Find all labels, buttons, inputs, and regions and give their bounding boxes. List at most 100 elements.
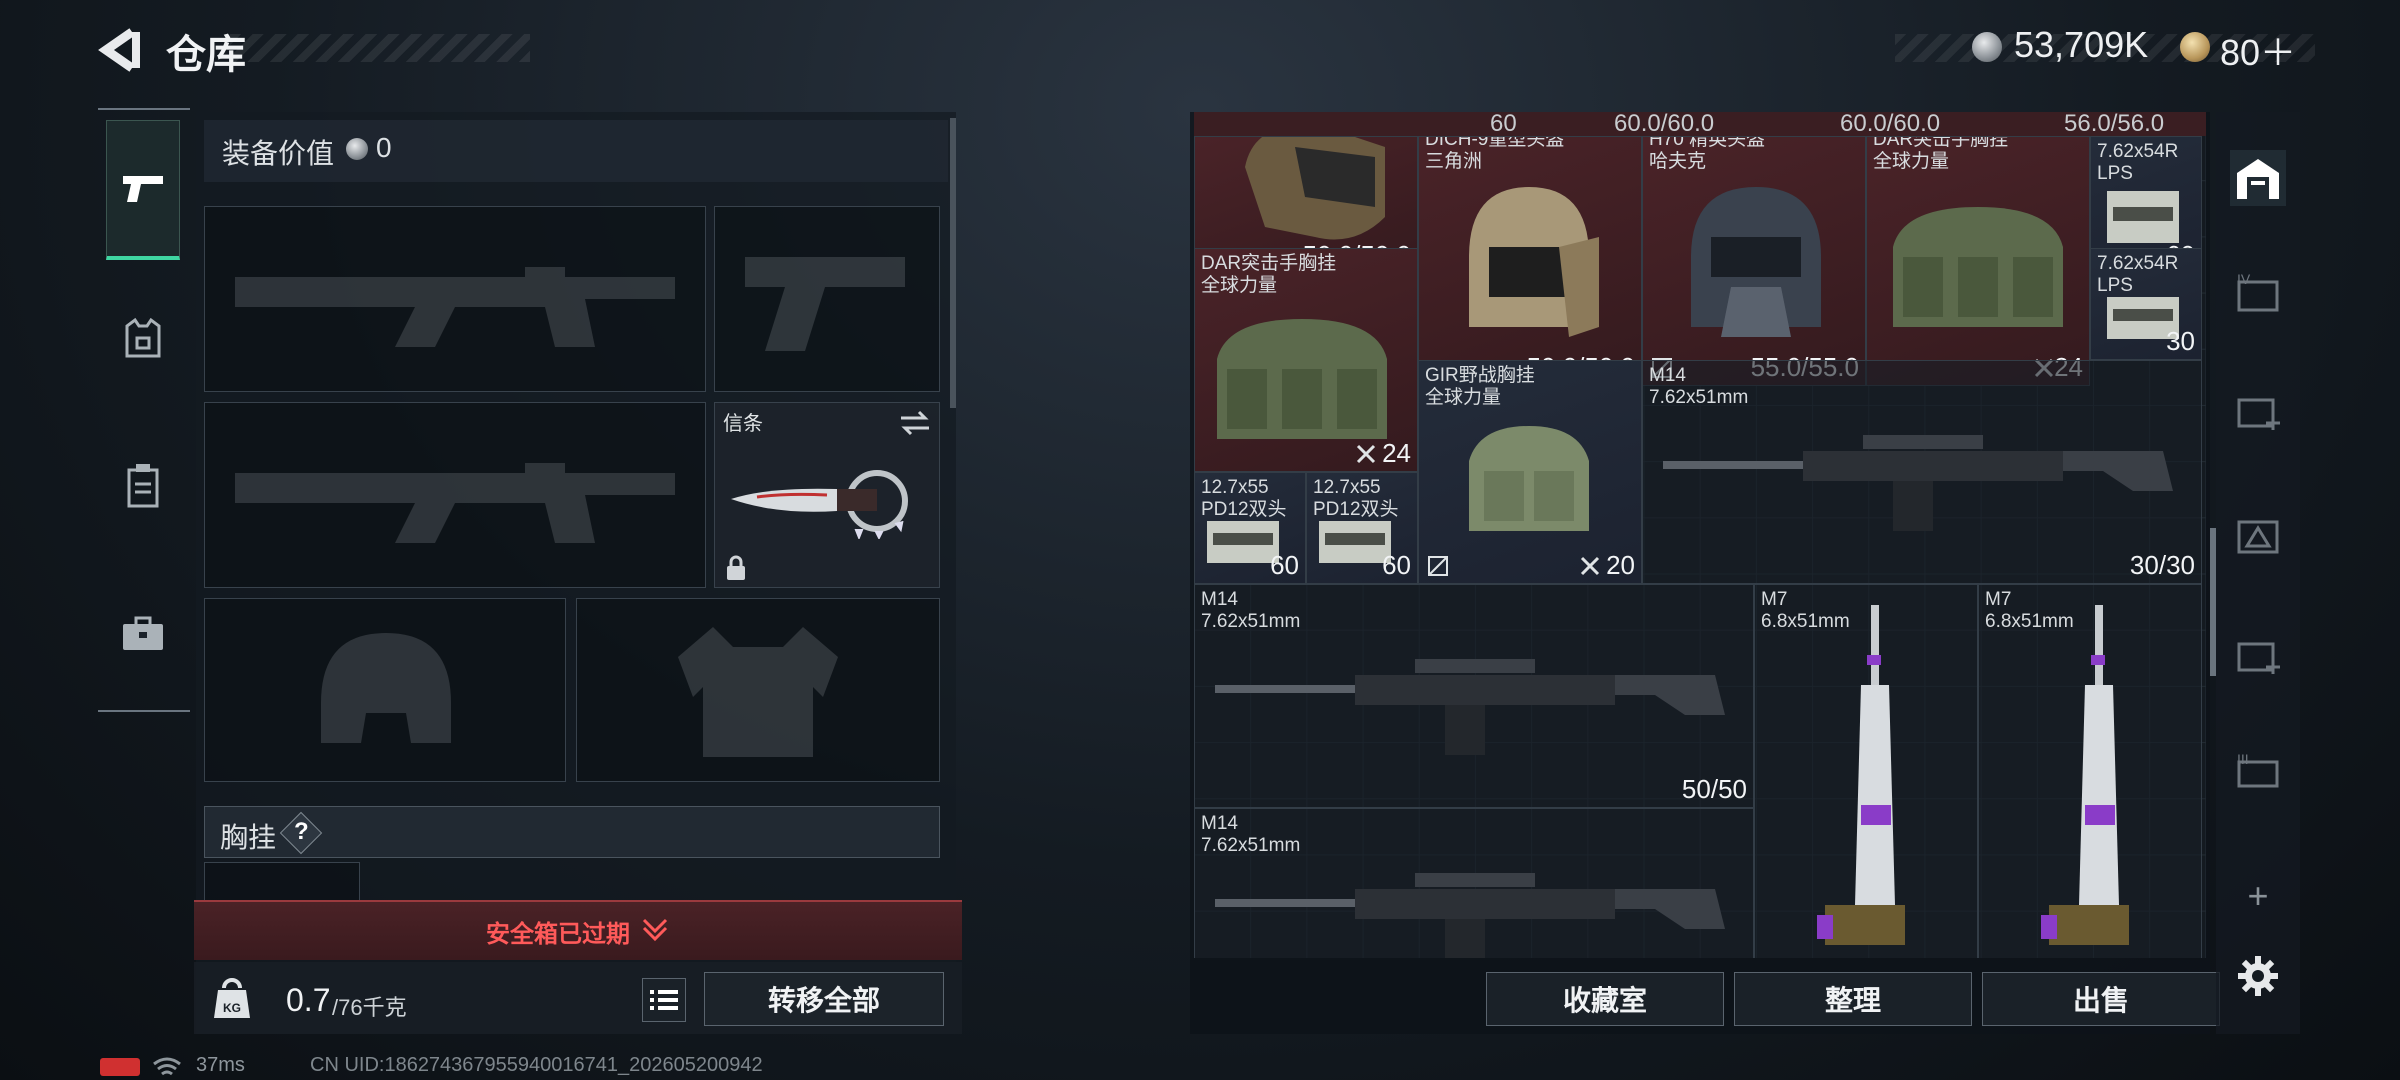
- helmet-icon: [1691, 187, 1821, 337]
- swap-icon[interactable]: [899, 409, 931, 437]
- item-count: 20: [1606, 550, 1635, 580]
- stash-item-m14[interactable]: M14 7.62x51mm 30/30: [1642, 360, 2202, 584]
- helmet-icon: [1469, 187, 1599, 337]
- back-arrow-icon: [98, 28, 140, 72]
- tab-chest-rig[interactable]: [106, 416, 180, 556]
- armor-vest-icon: [125, 317, 161, 358]
- sell-button[interactable]: 出售: [1982, 972, 2220, 1026]
- tab-armor[interactable]: [106, 268, 180, 408]
- chest-rig-icon: [1217, 319, 1387, 439]
- stash-item-m7[interactable]: M7 6.8x51mm: [1978, 584, 2202, 958]
- stash-item-m7[interactable]: M7 6.8x51mm: [1754, 584, 1978, 958]
- user-uid: CN UID:186274367955940016741_20260520094…: [310, 1054, 763, 1076]
- item-name: DICH-9重型头盔 三角洲: [1425, 136, 1565, 172]
- rail-add-storage-2[interactable]: [2230, 626, 2286, 682]
- strip-value-3: 60.0/60.0: [1840, 112, 1941, 137]
- melee-slot[interactable]: 信条: [714, 402, 940, 588]
- stash-item-m14[interactable]: M14 7.62x51mm: [1194, 808, 1754, 958]
- lock-icon: [727, 555, 745, 580]
- stash-item-dar-chest-rig[interactable]: DAR突击手胸挂 全球力量 24: [1866, 136, 2090, 386]
- primary-weapon-slot[interactable]: [204, 206, 706, 392]
- list-icon: [650, 990, 678, 1010]
- helmet-silhouette-icon: [321, 633, 451, 743]
- chest-rig-slot[interactable]: [204, 862, 360, 902]
- equipment-value: 0: [376, 132, 392, 163]
- battery-icon: [100, 1058, 140, 1076]
- loadout-scrollbar[interactable]: [950, 118, 956, 408]
- item-name: 7.62x54R LPS: [2097, 253, 2179, 296]
- rail-storage-3[interactable]: III: [2230, 744, 2286, 800]
- item-name: M14 7.62x51mm: [1201, 589, 1301, 632]
- safe-box-expired-text[interactable]: 安全箱已过期: [486, 914, 630, 949]
- svg-text:III: III: [2237, 751, 2249, 767]
- secondary-weapon-slot[interactable]: [204, 402, 706, 588]
- item-ammo: 30/30: [2129, 550, 2195, 580]
- network-ping: 37ms: [196, 1054, 245, 1076]
- item-name: 12.7x55 PD12双头: [1313, 477, 1399, 520]
- warehouse-icon: [2237, 159, 2279, 199]
- helmet-icon: [1245, 137, 1385, 240]
- chest-rig-icon: [1893, 207, 2063, 327]
- item-name: M14 7.62x51mm: [1649, 365, 1749, 408]
- stash-item-gir-chest-rig[interactable]: GIR野战胸挂 全球力量 20: [1418, 360, 1642, 584]
- transfer-all-button[interactable]: 转移全部: [704, 972, 944, 1026]
- back-button[interactable]: [96, 24, 144, 76]
- stash-grid[interactable]: 60 60.0/60.0 60.0/60.0 56.0/56.0 50.0/50…: [1194, 112, 2206, 958]
- pistol-slot[interactable]: [714, 206, 940, 392]
- rail-add-button[interactable]: +: [2230, 868, 2286, 924]
- item-count: 60: [1270, 550, 1299, 580]
- tab-weapons[interactable]: [106, 120, 180, 260]
- collection-room-button[interactable]: 收藏室: [1486, 972, 1724, 1026]
- armor-slot[interactable]: [576, 598, 940, 782]
- item-name: 7.62x54R LPS: [2097, 141, 2179, 184]
- tab-case[interactable]: [106, 564, 180, 704]
- rail-storage-4[interactable]: IV: [2230, 264, 2286, 320]
- chevron-down-icon[interactable]: [640, 914, 670, 944]
- stash-item-dar-chest-rig[interactable]: DAR突击手胸挂 全球力量 24: [1194, 248, 1418, 472]
- chest-rig-icon: [1469, 426, 1589, 531]
- armor-silhouette-icon: [678, 627, 838, 757]
- rifle-silhouette-icon: [235, 267, 675, 347]
- helmet-slot[interactable]: [204, 598, 566, 782]
- stash-item-m14[interactable]: M14 7.62x51mm 50/50: [1194, 584, 1754, 808]
- rail-add-storage[interactable]: [2230, 382, 2286, 438]
- weight-max: /76千克: [332, 995, 407, 1020]
- item-name: H70 精英头盔 哈夫克: [1649, 136, 1766, 172]
- item-count: 30: [2166, 326, 2195, 356]
- settings-button[interactable]: [2230, 948, 2286, 1004]
- stack-icon: [1580, 556, 1600, 576]
- item-count: 24: [1382, 438, 1411, 468]
- chest-rig-icon: [127, 464, 159, 508]
- strip-value-2: 60.0/60.0: [1614, 112, 1715, 137]
- add-storage-icon: [2237, 398, 2280, 430]
- rifle-icon: [1215, 873, 1725, 958]
- rifle-silhouette-icon: [235, 463, 675, 543]
- stash-item-ammo-127x55[interactable]: 12.7x55 PD12双头 60: [1194, 472, 1306, 584]
- sort-button[interactable]: 整理: [1734, 972, 1972, 1026]
- equipment-value-coin-icon: [346, 138, 368, 160]
- ticket-coin-icon[interactable]: [2180, 32, 2210, 62]
- weight-icon: KG: [214, 978, 250, 1018]
- currency-coin-icon: [1972, 32, 2002, 62]
- strip-value-1: 60: [1490, 112, 1517, 137]
- rail-main-storage[interactable]: [2230, 150, 2286, 206]
- item-name: DAR突击手胸挂 全球力量: [1873, 136, 2009, 172]
- rifle-icon: [1663, 435, 2173, 531]
- weight-current: 0.7: [286, 982, 331, 1018]
- ammo-box-icon: [2107, 191, 2179, 243]
- ticket-amount[interactable]: 80＋: [2220, 24, 2296, 76]
- title-decoration: [230, 34, 530, 62]
- list-view-button[interactable]: [642, 978, 686, 1022]
- currency-amount: 53,709K: [2014, 24, 2149, 65]
- storage-box-icon: III: [2237, 751, 2279, 788]
- stash-item-ammo-762x54r[interactable]: 7.62x54R LPS 30: [2090, 248, 2202, 360]
- rifle-icon: [2041, 605, 2129, 945]
- stash-item-ammo-127x55[interactable]: 12.7x55 PD12双头 60: [1306, 472, 1418, 584]
- item-name: 12.7x55 PD12双头: [1201, 477, 1287, 520]
- add-storage-icon: [2237, 642, 2280, 674]
- stash-item-dich9-helmet[interactable]: DICH-9重型头盔 三角洲 50.0/50.0: [1418, 136, 1642, 386]
- storage-warning-icon: [2237, 520, 2279, 554]
- rail-storage-warning[interactable]: [2230, 508, 2286, 564]
- item-name: DAR突击手胸挂 全球力量: [1201, 253, 1337, 296]
- stash-item-h70-helmet[interactable]: H70 精英头盔 哈夫克 55.0/55.0: [1642, 136, 1866, 386]
